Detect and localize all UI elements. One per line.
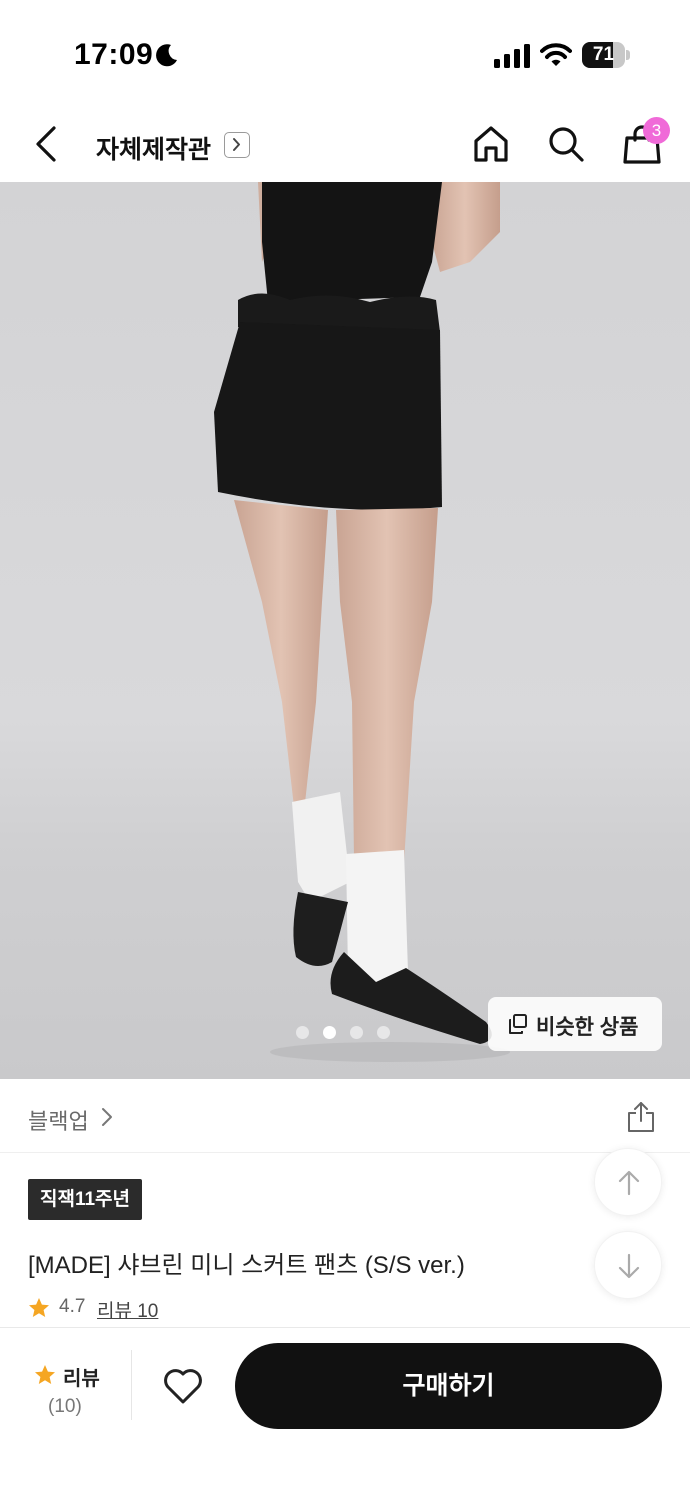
wifi-icon: [540, 43, 572, 66]
carousel-dot[interactable]: [377, 1026, 390, 1039]
review-link[interactable]: 리뷰 10: [97, 1296, 158, 1323]
arrow-up-icon: [618, 1170, 640, 1196]
home-icon[interactable]: [472, 124, 510, 164]
status-time: 17:09: [74, 38, 154, 71]
bottom-action-bar: 리뷰 (10) 구매하기: [0, 1327, 690, 1500]
buy-button[interactable]: 구매하기: [235, 1343, 662, 1429]
product-title: [MADE] 샤브린 미니 스커트 팬츠 (S/S ver.): [28, 1252, 465, 1279]
status-bar: 17:09 71: [0, 0, 690, 100]
nav-bar: 자체제작관: [0, 100, 690, 182]
product-image[interactable]: [0, 182, 690, 1079]
carousel-dot[interactable]: [350, 1026, 363, 1039]
review-count: (10): [48, 1396, 82, 1417]
divider: [131, 1350, 132, 1420]
battery-icon: 71: [582, 42, 630, 68]
signal-icon: [494, 44, 530, 68]
carousel-dot[interactable]: [323, 1026, 336, 1039]
star-icon: [29, 1298, 49, 1317]
copy-icon: [509, 1014, 527, 1034]
back-icon[interactable]: [30, 124, 64, 164]
moon-icon: [156, 44, 177, 67]
chevron-right-icon[interactable]: [100, 1107, 114, 1127]
arrow-down-icon: [618, 1253, 640, 1279]
cart-count-badge: 3: [643, 117, 670, 144]
brand-row: 블랙업: [0, 1079, 690, 1153]
share-icon[interactable]: [626, 1101, 656, 1133]
search-icon[interactable]: [547, 124, 585, 164]
scroll-up-button[interactable]: [594, 1148, 662, 1216]
chevron-right-icon[interactable]: [224, 132, 250, 158]
review-summary-button[interactable]: 리뷰 (10): [30, 1358, 102, 1418]
page-title[interactable]: 자체제작관: [96, 130, 211, 166]
scroll-down-button[interactable]: [594, 1231, 662, 1299]
carousel-dot[interactable]: [296, 1026, 309, 1039]
battery-level: 71: [592, 44, 615, 65]
similar-products-button[interactable]: 비슷한 상품: [488, 997, 662, 1051]
similar-products-label: 비슷한 상품: [536, 1016, 639, 1039]
star-icon: [35, 1365, 55, 1384]
heart-icon[interactable]: [162, 1366, 204, 1406]
brand-name[interactable]: 블랙업: [28, 1104, 89, 1136]
product-tag: 직잭11주년: [28, 1179, 143, 1220]
review-label: 리뷰: [63, 1368, 100, 1390]
rating-value: 4.7: [59, 1296, 86, 1317]
